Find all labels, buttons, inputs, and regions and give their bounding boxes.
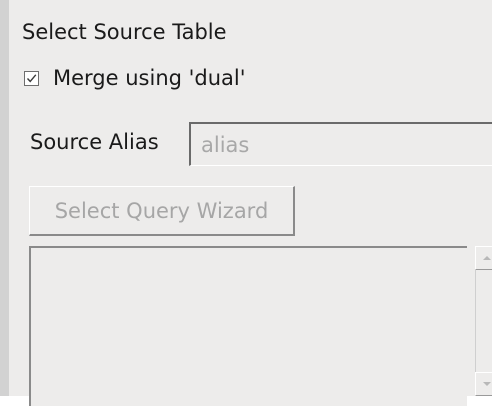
source-table-list[interactable] xyxy=(29,246,467,406)
source-alias-input[interactable] xyxy=(189,122,492,166)
list-vertical-scrollbar[interactable] xyxy=(475,246,492,396)
panel-title: Select Source Table xyxy=(22,20,227,44)
select-source-table-panel: Select Source Table Merge using 'dual' S… xyxy=(0,0,492,406)
source-alias-label: Source Alias xyxy=(30,130,159,154)
merge-dual-checkbox[interactable] xyxy=(24,70,39,86)
scroll-up-arrow-icon xyxy=(483,256,491,260)
merge-dual-option[interactable]: Merge using 'dual' xyxy=(24,63,246,93)
select-query-wizard-button[interactable]: Select Query Wizard xyxy=(29,186,295,236)
checkmark-icon xyxy=(26,73,37,82)
scroll-up-button[interactable] xyxy=(475,246,492,270)
scroll-down-button[interactable] xyxy=(475,372,492,396)
merge-dual-label: Merge using 'dual' xyxy=(53,66,246,90)
scroll-down-arrow-icon xyxy=(483,382,491,386)
scroll-track[interactable] xyxy=(475,270,492,372)
